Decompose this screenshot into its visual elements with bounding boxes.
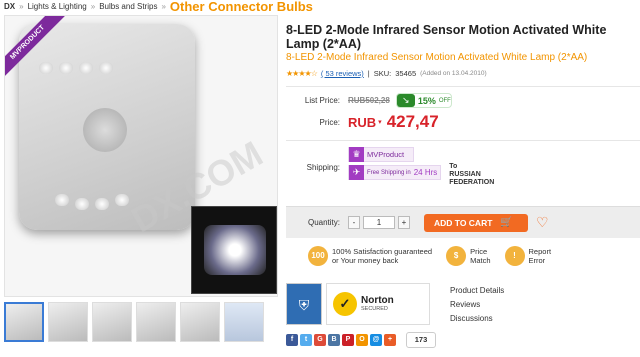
- free-shipping-badge: ✈ Free Shipping in 24 Hrs: [348, 165, 442, 180]
- facebook-icon[interactable]: f: [286, 334, 298, 346]
- added-date: (Added on 13.04.2010): [420, 70, 487, 77]
- price-match-text: Price: [470, 247, 488, 256]
- cart-bar: Quantity: - 1 + ADD TO CART 🛒 ♡: [286, 206, 640, 238]
- reviews-tab-link[interactable]: Reviews: [450, 298, 504, 312]
- wishlist-heart-icon[interactable]: ♡: [536, 214, 549, 231]
- twitter-icon[interactable]: t: [300, 334, 312, 346]
- product-meta: ★★★★☆ ( 53 reviews) | SKU: 35465 (Added …: [286, 69, 640, 78]
- chevron-down-icon[interactable]: ▾: [378, 118, 382, 126]
- shipping-label: Shipping:: [306, 163, 340, 172]
- main-product-image[interactable]: DX.COM MVPRODUCT: [4, 15, 278, 297]
- breadcrumb-root[interactable]: DX: [4, 2, 15, 11]
- exclamation-icon: !: [504, 246, 525, 266]
- airplane-icon: ✈: [349, 165, 364, 180]
- rating-stars: ★★★★☆: [286, 69, 318, 78]
- badge-100-icon: 100: [308, 246, 328, 266]
- free-shipping-text: Free Shipping in: [367, 169, 411, 176]
- share-count: 173: [406, 332, 436, 348]
- checkmark-icon: ✓: [333, 292, 357, 316]
- ship-destination[interactable]: To RUSSIAN FEDERATION: [449, 163, 494, 187]
- mvproduct-badge[interactable]: ♛ MVProduct: [348, 147, 414, 162]
- more-share-icon[interactable]: +: [384, 334, 396, 346]
- list-price-row: List Price: RUB502,28 ↘ 15% OFF: [286, 93, 640, 108]
- breadcrumb-separator: »: [161, 2, 166, 11]
- guarantees: 100 100% Satisfaction guaranteed or Your …: [308, 246, 551, 266]
- guarantee-text: 100% Satisfaction guaranteed: [332, 247, 433, 256]
- country-line: RUSSIAN: [449, 171, 481, 178]
- thumbnail[interactable]: [48, 302, 88, 342]
- shipping-hours: 24 Hrs: [413, 168, 438, 177]
- thumbnail[interactable]: [4, 302, 44, 342]
- norton-sub: SECURED: [361, 306, 388, 312]
- lit-lamp-inset-image: [191, 206, 277, 294]
- shipping-options: ♛ MVProduct ✈ Free Shipping in 24 Hrs: [348, 147, 442, 187]
- product-price: 427,47: [386, 112, 439, 131]
- price-box: List Price: RUB502,28 ↘ 15% OFF Price: R…: [286, 86, 640, 132]
- price-match-text: Match: [470, 256, 491, 265]
- thumbnail[interactable]: [224, 302, 264, 342]
- add-to-cart-label: ADD TO CART: [434, 217, 493, 228]
- discussions-link[interactable]: Discussions: [450, 312, 504, 326]
- list-price-label: List Price:: [304, 96, 340, 105]
- separator: |: [367, 69, 370, 78]
- currency-select[interactable]: RUB: [348, 115, 376, 130]
- sku-label: SKU:: [373, 69, 392, 78]
- product-subtitle: 8-LED 2-Mode Infrared Sensor Motion Acti…: [286, 52, 588, 63]
- product-info: 8-LED 2-Mode Infrared Sensor Motion Acti…: [286, 0, 640, 348]
- norton-name: Norton: [361, 295, 394, 306]
- breadcrumb-separator: »: [90, 2, 96, 11]
- vk-icon[interactable]: В: [328, 334, 340, 346]
- social-share-bar: f t G В P О @ + 173: [286, 332, 436, 348]
- sku-value: 35465: [395, 69, 417, 78]
- guarantee-text: or Your money back: [332, 256, 399, 265]
- quantity-input[interactable]: 1: [363, 216, 395, 229]
- product-title: 8-LED 2-Mode Infrared Sensor Motion Acti…: [286, 23, 607, 51]
- product-links: Product Details Reviews Discussions: [450, 284, 504, 326]
- report-error-text: Error: [528, 256, 546, 265]
- product-gallery: DX.COM MVPRODUCT: [4, 15, 278, 342]
- thumbnail[interactable]: [92, 302, 132, 342]
- price-match[interactable]: $ Price Match: [446, 246, 491, 266]
- quantity-label: Quantity:: [307, 218, 340, 227]
- pinterest-icon[interactable]: P: [342, 334, 354, 346]
- quantity-decrease-button[interactable]: -: [348, 216, 360, 229]
- thumbnail-strip: [4, 302, 278, 342]
- discount-off: OFF: [438, 97, 451, 104]
- country-line: FEDERATION: [449, 179, 495, 186]
- dollar-icon: $: [446, 246, 467, 266]
- satisfaction-guarantee[interactable]: 100 100% Satisfaction guaranteed or Your …: [308, 246, 432, 266]
- quantity-increase-button[interactable]: +: [398, 216, 410, 229]
- crown-icon: ♛: [349, 147, 364, 162]
- breadcrumb-separator: »: [19, 2, 24, 11]
- reviews-link[interactable]: ( 53 reviews): [321, 69, 364, 78]
- mail-icon[interactable]: @: [370, 334, 382, 346]
- norton-secured-seal[interactable]: ✓ Norton SECURED: [326, 283, 430, 325]
- mvproduct-label: MVProduct: [367, 150, 405, 159]
- google-plus-icon[interactable]: G: [314, 334, 326, 346]
- security-shield-icon: ⛨: [286, 283, 322, 325]
- price-row: Price: RUB ▾ 427,47: [286, 112, 640, 132]
- breadcrumb-item-lights[interactable]: Lights & Lighting: [28, 2, 87, 11]
- price-label: Price:: [319, 117, 340, 127]
- thumbnail[interactable]: [136, 302, 176, 342]
- thumbnail[interactable]: [180, 302, 220, 342]
- list-price: RUB502,28: [348, 96, 390, 105]
- odnoklassniki-icon[interactable]: О: [356, 334, 368, 346]
- cart-icon: 🛒: [500, 217, 513, 228]
- down-arrow-icon: ↘: [396, 94, 415, 107]
- to-label: To: [449, 163, 458, 170]
- product-details-link[interactable]: Product Details: [450, 284, 504, 298]
- report-error-text: Report: [528, 247, 552, 256]
- report-error[interactable]: ! Report Error: [504, 246, 552, 266]
- shipping-row: Shipping: ♛ MVProduct ✈ Free Shipping in…: [286, 140, 640, 187]
- breadcrumb: DX » Lights & Lighting » Bulbs and Strip…: [4, 0, 313, 14]
- breadcrumb-item-bulbs[interactable]: Bulbs and Strips: [99, 2, 157, 11]
- discount-percent: 15%: [417, 95, 436, 106]
- add-to-cart-button[interactable]: ADD TO CART 🛒: [424, 213, 528, 232]
- discount-badge: ↘ 15% OFF: [395, 93, 452, 108]
